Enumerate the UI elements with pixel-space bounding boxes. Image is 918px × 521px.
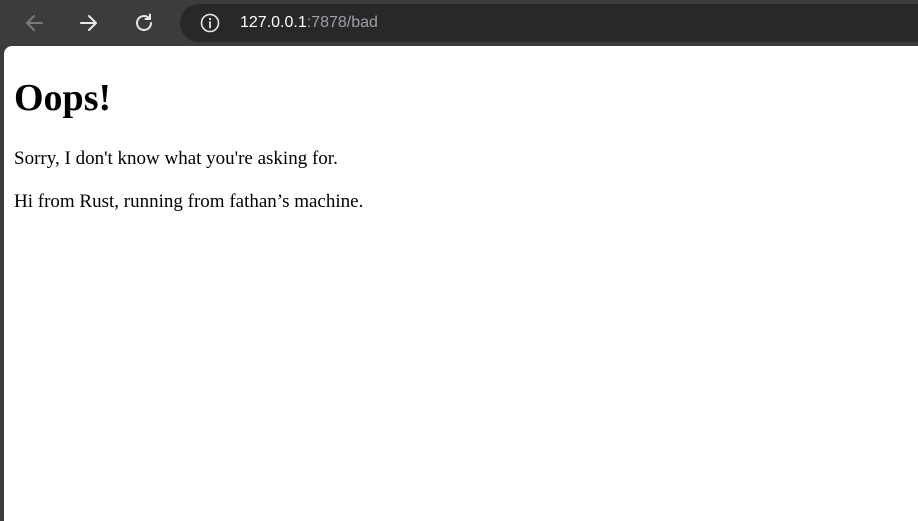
browser-toolbar: 127.0.0.1:7878/bad: [0, 0, 918, 46]
footer-message: Hi from Rust, running from fathan’s mach…: [14, 191, 364, 212]
url-path: :7878/bad: [306, 14, 378, 31]
url-host: 127.0.0.1: [240, 14, 307, 31]
arrow-left-icon: [26, 15, 43, 31]
info-icon[interactable]: [200, 13, 220, 33]
reload-icon: [136, 13, 152, 31]
forward-button[interactable]: [72, 6, 106, 40]
arrow-right-icon: [80, 15, 97, 31]
url-text[interactable]: 127.0.0.1:7878/bad: [240, 4, 378, 42]
page-heading: Oops!: [14, 77, 112, 119]
back-button[interactable]: [17, 6, 51, 40]
address-bar[interactable]: 127.0.0.1:7878/bad: [180, 4, 918, 42]
error-message: Sorry, I don't know what you're asking f…: [14, 148, 338, 169]
page-viewport: Oops! Sorry, I don't know what you're as…: [4, 46, 918, 521]
reload-button[interactable]: [127, 6, 161, 40]
